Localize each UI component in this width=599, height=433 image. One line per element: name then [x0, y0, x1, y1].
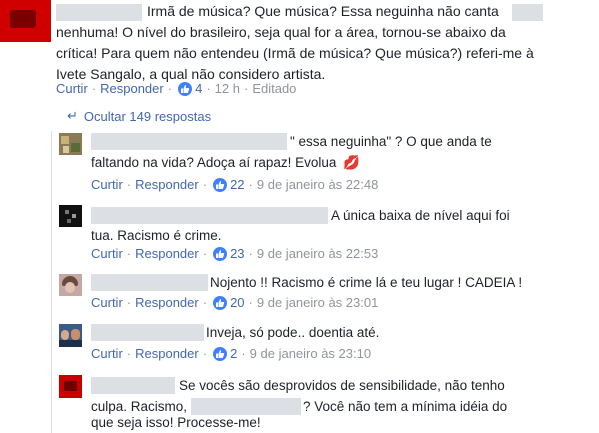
timestamp[interactable]: 9 de janeiro às 22:53 — [257, 246, 378, 261]
like-link[interactable]: Curtir — [91, 346, 123, 361]
separator: · — [167, 81, 173, 96]
separator: · — [91, 81, 97, 96]
like-count[interactable]: 23 — [230, 246, 244, 261]
redacted-name — [512, 4, 543, 21]
reply-text-line2b: ? Você não tem a mínima idéia do — [303, 399, 508, 414]
reply-text-line2-text: faltando na vida? Adoça aí rapaz! Evolua — [91, 155, 337, 170]
reply-link[interactable]: Responder — [135, 177, 199, 192]
thumbs-up-icon[interactable] — [213, 295, 228, 310]
thread-line — [51, 131, 52, 433]
reply-text-line2: tua. Racismo é crime. — [91, 228, 222, 243]
reply-text-line1: " essa neguinha" ? O que anda te — [290, 134, 492, 149]
redacted-name — [91, 133, 287, 150]
reply-text-line1: Inveja, só pode.. doentia até. — [206, 325, 380, 340]
separator: · — [248, 295, 253, 310]
timestamp[interactable]: 9 de janeiro às 23:01 — [257, 295, 378, 310]
reply-text-line1: A única baixa de nível aqui foi — [331, 208, 510, 223]
reply-text-line3: que seja isso! Processe-me! — [91, 415, 261, 430]
separator: · — [126, 177, 132, 192]
separator: · — [248, 246, 253, 261]
reply-text-line1: Nojento !! Racismo é crime lá e teu luga… — [210, 275, 523, 290]
thumbs-up-icon[interactable] — [178, 81, 193, 96]
timestamp[interactable]: 9 de janeiro às 22:48 — [257, 177, 378, 192]
comment-actions: Curtir · Responder · 4 · 12 h · Editado — [56, 81, 296, 96]
separator: · — [126, 246, 132, 261]
avatar[interactable] — [0, 0, 51, 42]
reply-actions: Curtir · Responder · 2 · 9 de janeiro às… — [91, 346, 371, 361]
thumbs-up-icon[interactable] — [213, 246, 228, 261]
thumbs-up-icon[interactable] — [213, 177, 228, 192]
redacted-name — [91, 207, 328, 224]
hide-replies-toggle[interactable]: ↵ Ocultar 149 respostas — [67, 108, 211, 124]
separator: · — [206, 81, 211, 96]
reply-arrow-icon: ↵ — [67, 108, 78, 123]
avatar[interactable] — [59, 133, 82, 155]
avatar[interactable] — [59, 274, 82, 296]
reply-text-line1: Se vocês são desprovidos de sensibilidad… — [179, 378, 505, 393]
redacted-name — [91, 324, 204, 341]
avatar[interactable] — [59, 375, 82, 398]
like-link[interactable]: Curtir — [91, 246, 123, 261]
thumbs-up-icon[interactable] — [213, 346, 228, 361]
separator: · — [202, 177, 208, 192]
like-link[interactable]: Curtir — [56, 81, 88, 96]
separator: · — [243, 81, 249, 96]
reply-link[interactable]: Responder — [135, 295, 199, 310]
reply-link[interactable]: Responder — [135, 346, 199, 361]
avatar[interactable] — [59, 205, 82, 227]
like-count[interactable]: 2 — [230, 346, 237, 361]
reply-link[interactable]: Responder — [135, 246, 199, 261]
separator: · — [241, 346, 246, 361]
reply-actions: Curtir · Responder · 20 · 9 de janeiro à… — [91, 295, 378, 310]
like-link[interactable]: Curtir — [91, 295, 123, 310]
avatar[interactable] — [59, 324, 82, 347]
comment-text-line2: nenhuma! O nível do brasileiro, seja qua… — [56, 24, 506, 40]
like-count[interactable]: 20 — [230, 295, 244, 310]
like-link[interactable]: Curtir — [91, 177, 123, 192]
like-count[interactable]: 4 — [195, 81, 202, 96]
comment-text-line3: crítica! Para quem não entendeu (Irmã de… — [56, 45, 534, 61]
like-count[interactable]: 22 — [230, 177, 244, 192]
separator: · — [202, 346, 208, 361]
hide-replies-label[interactable]: Ocultar 149 respostas — [84, 109, 211, 124]
separator: · — [202, 295, 208, 310]
separator: · — [126, 295, 132, 310]
reply-actions: Curtir · Responder · 22 · 9 de janeiro à… — [91, 177, 378, 192]
separator: · — [202, 246, 208, 261]
timestamp[interactable]: 12 h — [215, 81, 240, 96]
reply-text-line2: faltando na vida? Adoça aí rapaz! Evolua… — [91, 152, 360, 173]
lips-emoji-icon: 💋 — [343, 155, 361, 170]
edited-label[interactable]: Editado — [252, 81, 296, 96]
redacted-name — [56, 4, 142, 21]
redacted-name — [91, 274, 208, 291]
reply-link[interactable]: Responder — [100, 81, 164, 96]
separator: · — [126, 346, 132, 361]
reply-actions: Curtir · Responder · 23 · 9 de janeiro à… — [91, 246, 378, 261]
redacted-name — [91, 377, 175, 394]
timestamp[interactable]: 9 de janeiro às 23:10 — [250, 346, 371, 361]
comment-text-line1: Irmã de música? Que música? Essa neguinh… — [147, 3, 499, 19]
separator: · — [248, 177, 253, 192]
